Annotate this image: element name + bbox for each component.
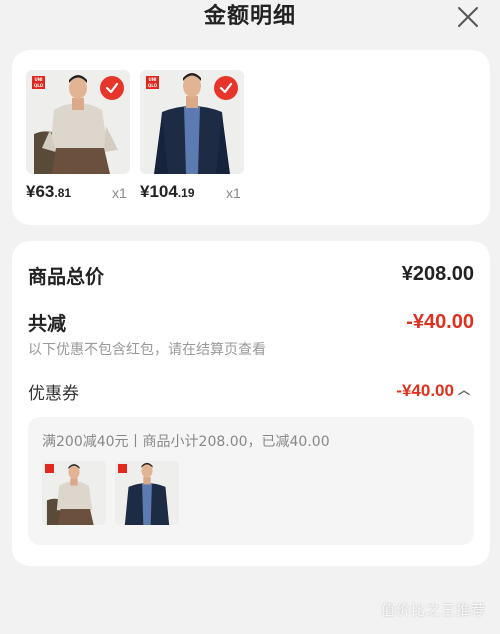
total-label: 商品总价	[28, 266, 105, 288]
brand-logo: UNI QLO	[146, 76, 159, 89]
brand-logo	[45, 464, 54, 473]
coupon-detail-text: 满200减40元丨商品小计208.00，已减40.00	[42, 434, 330, 450]
reduce-label: 共减	[28, 313, 67, 335]
coupon-product-thumbnail	[115, 461, 179, 525]
product-thumbnail[interactable]: UNI QLO	[140, 70, 244, 174]
coupon-detail: 满200减40元丨商品小计208.00，已减40.00	[28, 417, 474, 545]
price-row: ¥63.81 x1	[26, 182, 144, 206]
product-thumbnail[interactable]: UNI QLO	[26, 70, 130, 174]
selected-check-icon[interactable]	[100, 76, 124, 100]
header: 金额明细	[0, 0, 500, 36]
brand-logo	[118, 464, 127, 473]
coupon-toggle[interactable]: -¥40.00 ︿	[396, 381, 470, 401]
selected-check-icon[interactable]	[214, 76, 238, 100]
close-icon[interactable]	[456, 5, 480, 29]
product-item[interactable]: UNI QLO ¥63.81 x1	[26, 70, 130, 201]
chevron-up-icon: ︿	[457, 383, 470, 397]
page-title: 金额明细	[203, 4, 296, 29]
watermark: 值价比之王推荐	[381, 603, 486, 619]
discount-note: 以下优惠不包含红包，请在结算页查看	[28, 342, 266, 358]
coupon-product-thumbnail	[42, 461, 106, 525]
total-value: ¥208.00	[401, 263, 474, 285]
product-card: UNI QLO ¥63.81 x1 UNI QLO ¥104.19 x1	[12, 50, 490, 225]
coupon-label: 优惠券	[28, 384, 79, 404]
product-price: ¥104.19	[140, 182, 195, 201]
coupon-value: -¥40.00	[396, 381, 454, 400]
product-quantity: x1	[226, 185, 241, 201]
product-price: ¥63.81	[26, 182, 72, 201]
product-quantity: x1	[112, 185, 127, 201]
brand-logo: UNI QLO	[32, 76, 45, 89]
product-item[interactable]: UNI QLO ¥104.19 x1	[140, 70, 244, 201]
summary-card: 商品总价 ¥208.00 共减 -¥40.00 以下优惠不包含红包，请在结算页查…	[12, 241, 490, 566]
price-row: ¥104.19 x1	[140, 182, 258, 206]
reduce-value: -¥40.00	[406, 311, 474, 333]
